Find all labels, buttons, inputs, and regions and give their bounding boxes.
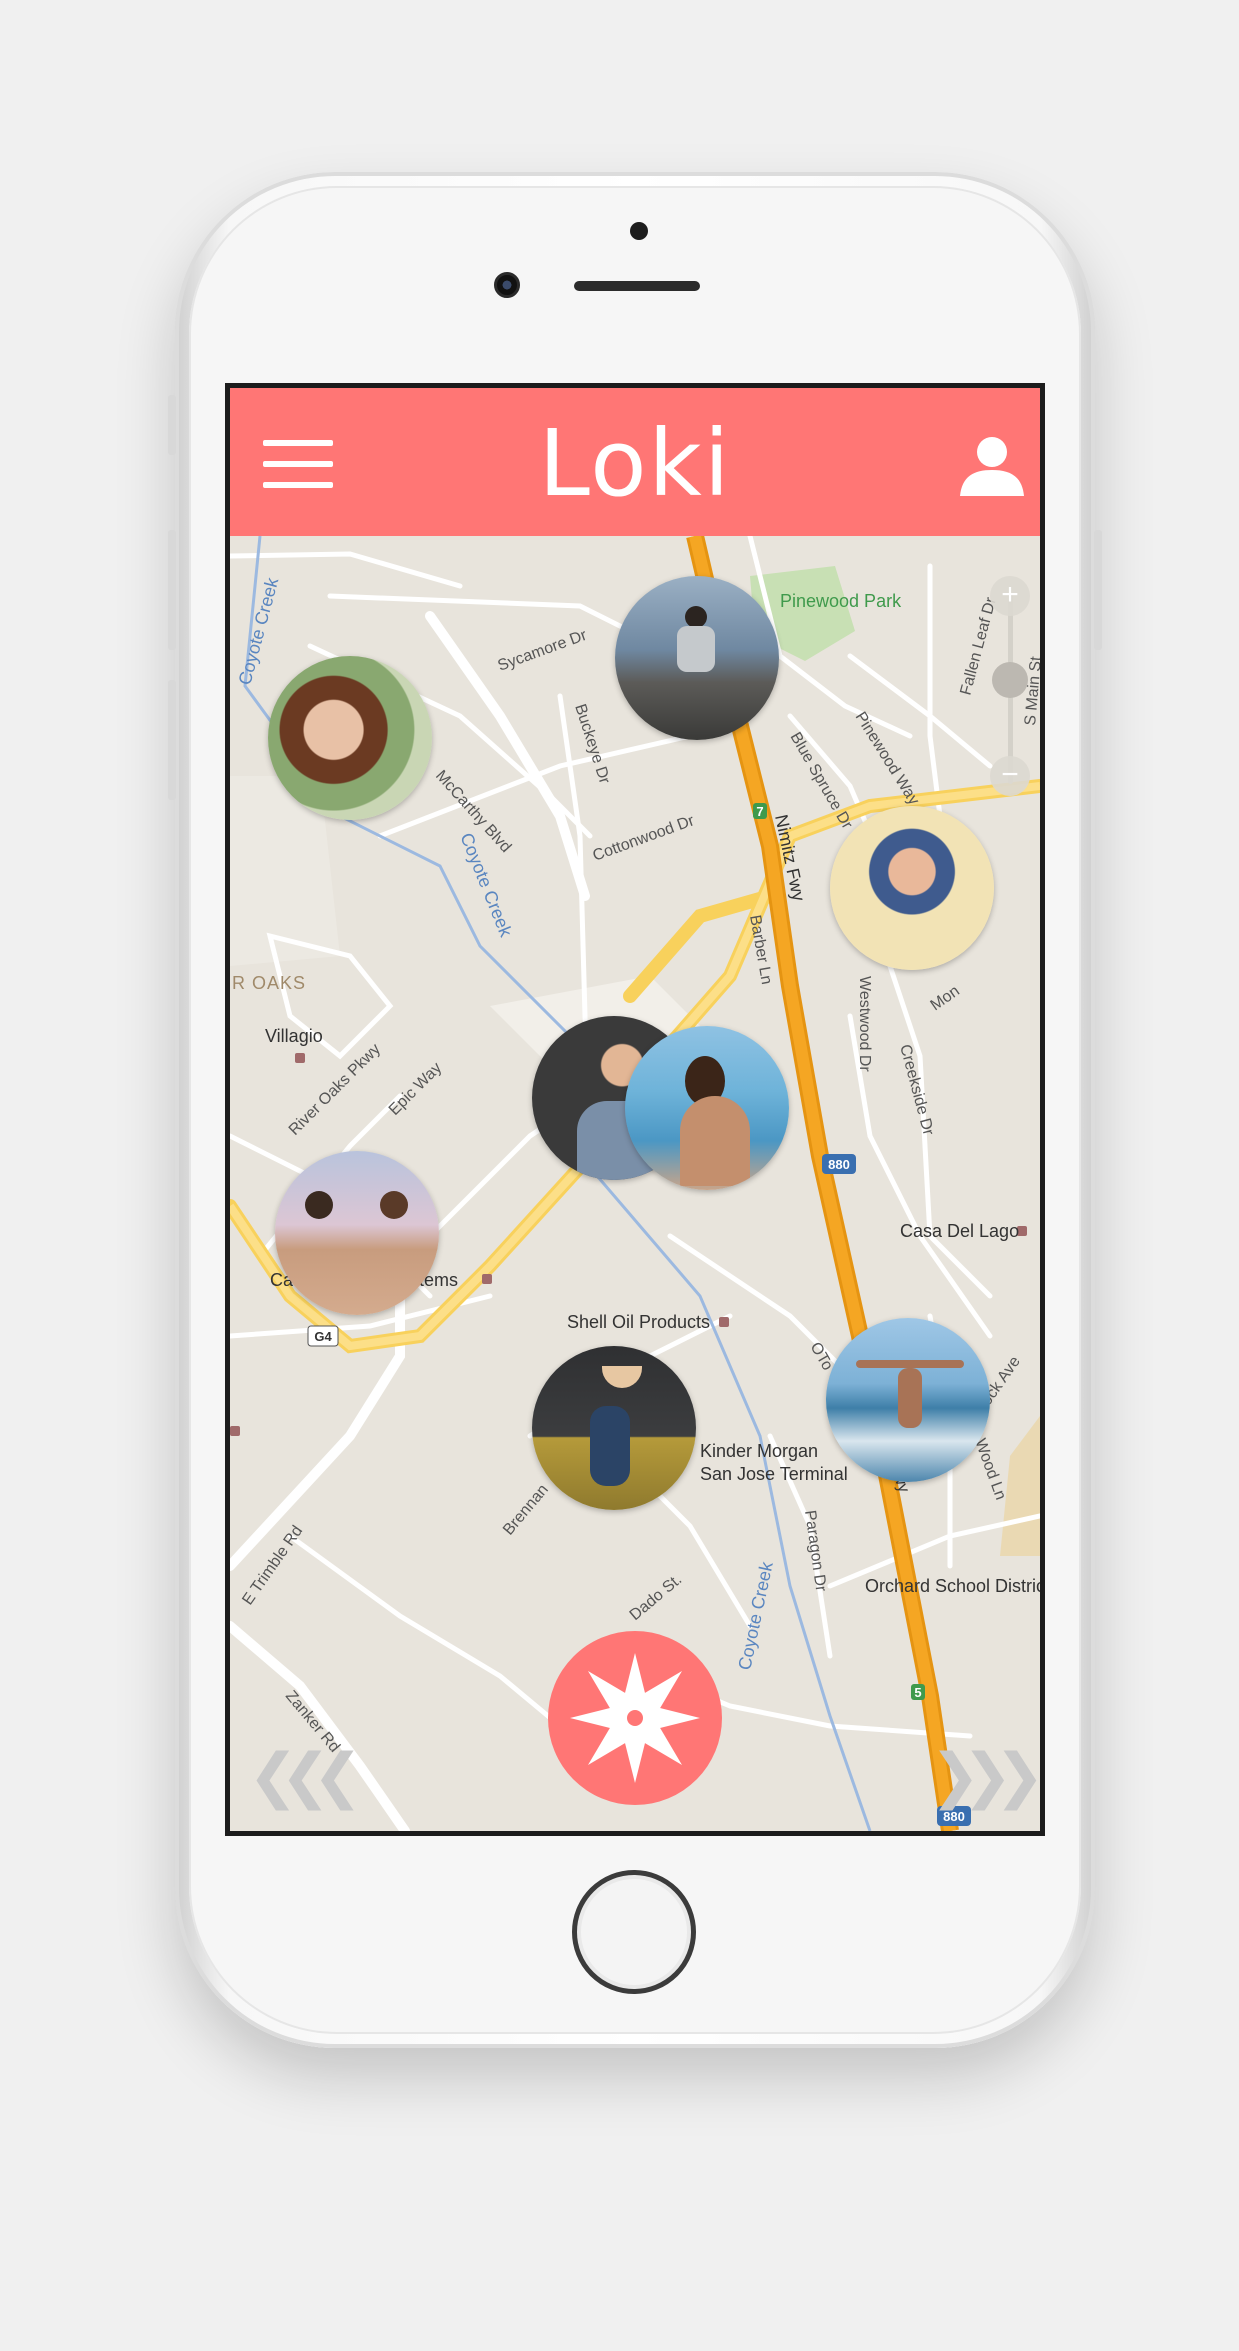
home-button[interactable] xyxy=(572,1870,696,1994)
place-label-river-oaks: R OAKS xyxy=(232,973,307,993)
place-label-sj-terminal: San Jose Terminal xyxy=(700,1464,848,1484)
user-icon[interactable] xyxy=(960,434,1024,496)
double-chevron-right-icon[interactable]: ❯❯❯ xyxy=(930,1741,1040,1811)
place-label-pinewood-park: Pinewood Park xyxy=(780,591,902,611)
shield-5: 5 xyxy=(914,1685,921,1700)
mute-switch xyxy=(168,395,176,455)
zoom-out-button[interactable]: − xyxy=(990,756,1030,796)
zoom-slider-knob[interactable] xyxy=(992,662,1028,698)
front-camera xyxy=(494,272,520,298)
volume-down-button xyxy=(168,680,176,800)
compass-star-button[interactable] xyxy=(548,1631,722,1805)
app-header: Loki xyxy=(230,388,1040,536)
user-avatar-marker[interactable] xyxy=(275,1151,439,1315)
user-avatar-marker[interactable] xyxy=(268,656,432,820)
place-label-orchard-school: Orchard School Distric xyxy=(865,1576,1040,1596)
app-screen: Loki 880 880 G4 7 5 Sycamore Dr McCarthy… xyxy=(225,383,1045,1836)
place-label-shell-oil: Shell Oil Products xyxy=(567,1312,711,1332)
earpiece-speaker xyxy=(574,281,700,291)
map-view[interactable]: 880 880 G4 7 5 Sycamore Dr McCarthy Blvd… xyxy=(230,536,1040,1831)
place-label-casa-del-lago: Casa Del Lago xyxy=(900,1221,1020,1241)
shield-880-a: 880 xyxy=(828,1157,850,1172)
compass-star-icon xyxy=(570,1653,700,1783)
zoom-in-button[interactable]: + xyxy=(990,576,1030,616)
shield-880-b: 880 xyxy=(943,1809,965,1824)
zoom-control: + − xyxy=(990,576,1030,796)
place-label-kinder-morgan: Kinder Morgan xyxy=(700,1441,819,1461)
proximity-sensor xyxy=(630,222,648,240)
user-avatar-marker[interactable] xyxy=(625,1026,789,1190)
user-avatar-marker[interactable] xyxy=(615,576,779,740)
user-avatar-marker[interactable] xyxy=(826,1318,990,1482)
place-label-villagio: Villagio xyxy=(265,1026,323,1046)
street-label-westwood: Westwood Dr xyxy=(856,976,873,1072)
volume-up-button xyxy=(168,530,176,650)
app-title: Loki xyxy=(538,410,732,517)
power-button xyxy=(1094,530,1102,650)
user-avatar-marker[interactable] xyxy=(532,1346,696,1510)
shield-7: 7 xyxy=(756,804,763,819)
shield-g4: G4 xyxy=(314,1329,332,1344)
double-chevron-left-icon[interactable]: ❮❮❮ xyxy=(248,1741,363,1811)
user-avatar-marker[interactable] xyxy=(830,806,994,970)
